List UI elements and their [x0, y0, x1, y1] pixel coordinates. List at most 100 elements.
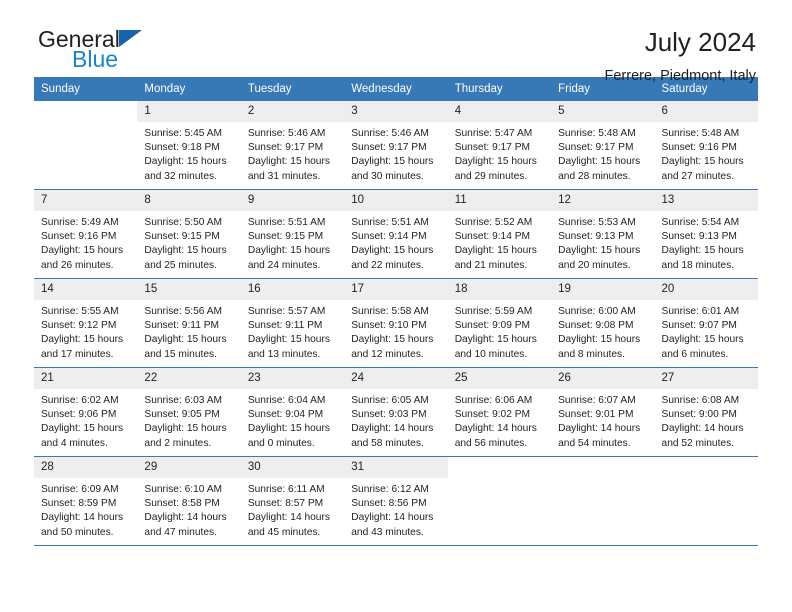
daylight-text: and 45 minutes.: [247, 526, 321, 538]
brand-logo[interactable]: General Blue: [34, 26, 238, 82]
day-number: 26: [551, 368, 655, 389]
daylight-text: Daylight: 15 hours: [454, 245, 537, 257]
daylight-text: Daylight: 14 hours: [661, 423, 744, 435]
day-details: Sunrise: 6:04 AM Sunset: 9:04 PM Daylight:…: [241, 389, 344, 451]
daylight-text: Daylight: 14 hours: [351, 512, 434, 524]
sunrise-text: Sunrise: 5:55 AM: [41, 306, 119, 317]
daylight-text: and 10 minutes.: [454, 348, 528, 360]
calendar-day-cell[interactable]: 14 Sunrise: 5:55 AM Sunset: 9:12 PM Dayligh…: [34, 278, 138, 368]
calendar-day-cell[interactable]: 5 Sunrise: 5:48 AM Sunset: 9:17 PM Daylight…: [551, 101, 655, 190]
sunset-text: Sunset: 9:04 PM: [247, 409, 324, 421]
daylight-text: Daylight: 15 hours: [247, 334, 330, 346]
daylight-text: and 26 minutes.: [41, 259, 114, 271]
sunset-text: Sunset: 8:58 PM: [144, 498, 220, 510]
calendar-day-cell[interactable]: 15 Sunrise: 5:56 AM Sunset: 9:11 PM Dayligh…: [137, 278, 241, 368]
day-details: Sunrise: 5:52 AM Sunset: 9:14 PM Daylight:…: [448, 211, 551, 273]
sunrise-text: Sunrise: 6:10 AM: [144, 484, 223, 495]
calendar-day-cell[interactable]: 3 Sunrise: 5:46 AM Sunset: 9:17 PM Daylight…: [344, 101, 448, 190]
calendar-day-cell[interactable]: 26 Sunrise: 6:07 AM Sunset: 9:01 PM Dayligh…: [551, 367, 655, 457]
triangle-flag-icon: [118, 30, 142, 47]
daylight-text: Daylight: 15 hours: [144, 156, 227, 168]
calendar-day-cell[interactable]: 22 Sunrise: 6:03 AM Sunset: 9:05 PM Dayligh…: [137, 367, 241, 457]
calendar-day-cell[interactable]: 27 Sunrise: 6:08 AM Sunset: 9:00 PM Dayligh…: [654, 367, 758, 457]
sunset-text: Sunset: 9:06 PM: [41, 409, 117, 421]
day-details: Sunrise: 5:59 AM Sunset: 9:09 PM Daylight:…: [448, 300, 551, 362]
daylight-text: and 31 minutes.: [247, 170, 321, 182]
day-number: 17: [344, 279, 448, 300]
day-details: Sunrise: 5:56 AM Sunset: 9:11 PM Daylight:…: [137, 300, 240, 362]
day-details: Sunrise: 5:58 AM Sunset: 9:10 PM Daylight:…: [344, 300, 447, 362]
sunrise-text: Sunrise: 6:12 AM: [351, 484, 429, 495]
calendar-day-cell[interactable]: 21 Sunrise: 6:02 AM Sunset: 9:06 PM Dayligh…: [34, 367, 138, 457]
calendar-day-cell[interactable]: 23 Sunrise: 6:04 AM Sunset: 9:04 PM Dayligh…: [240, 367, 345, 457]
calendar-day-cell[interactable]: 16 Sunrise: 5:57 AM Sunset: 9:11 PM Dayligh…: [240, 278, 345, 368]
sunset-text: Sunset: 9:09 PM: [454, 320, 531, 332]
day-details: Sunrise: 6:01 AM Sunset: 9:07 PM Daylight:…: [655, 300, 758, 362]
sunrise-text: Sunrise: 5:49 AM: [41, 217, 119, 228]
calendar-day-cell[interactable]: 7 Sunrise: 5:49 AM Sunset: 9:16 PM Daylight…: [34, 189, 138, 279]
daylight-text: Daylight: 15 hours: [454, 334, 537, 346]
calendar-day-cell[interactable]: 25 Sunrise: 6:06 AM Sunset: 9:02 PM Dayligh…: [447, 367, 552, 457]
calendar-day-cell[interactable]: 8 Sunrise: 5:50 AM Sunset: 9:15 PM Daylight…: [137, 189, 241, 279]
sunrise-text: Sunrise: 5:56 AM: [144, 306, 223, 317]
weekday-header-tuesday: Tuesday: [240, 77, 345, 101]
sunset-text: Sunset: 9:16 PM: [661, 142, 737, 154]
sunrise-text: Sunrise: 5:46 AM: [351, 128, 429, 139]
daylight-text: Daylight: 15 hours: [247, 245, 330, 257]
day-details: Sunrise: 6:02 AM Sunset: 9:06 PM Daylight:…: [34, 389, 137, 451]
daylight-text: and 22 minutes.: [351, 259, 424, 271]
sunset-text: Sunset: 9:12 PM: [41, 320, 117, 332]
calendar-day-cell[interactable]: 24 Sunrise: 6:05 AM Sunset: 9:03 PM Dayligh…: [344, 367, 448, 457]
daylight-text: and 56 minutes.: [454, 437, 528, 449]
daylight-text: Daylight: 15 hours: [41, 245, 124, 257]
day-number: [448, 457, 551, 478]
calendar-day-cell[interactable]: 10 Sunrise: 5:51 AM Sunset: 9:14 PM Dayligh…: [344, 189, 448, 279]
daylight-text: Daylight: 15 hours: [144, 245, 227, 257]
calendar-day-cell[interactable]: 6 Sunrise: 5:48 AM Sunset: 9:16 PM Daylight…: [654, 101, 758, 190]
calendar-day-cell[interactable]: 19 Sunrise: 6:00 AM Sunset: 9:08 PM Dayligh…: [551, 278, 655, 368]
sunset-text: Sunset: 9:17 PM: [454, 142, 531, 154]
calendar-day-cell[interactable]: 29 Sunrise: 6:10 AM Sunset: 8:58 PM Dayligh…: [137, 456, 241, 546]
daylight-text: and 0 minutes.: [247, 437, 315, 449]
day-number: 28: [34, 457, 138, 478]
calendar-day-cell[interactable]: 4 Sunrise: 5:47 AM Sunset: 9:17 PM Daylight…: [447, 101, 552, 190]
day-number: [34, 101, 137, 122]
calendar-empty-cell: [447, 456, 552, 546]
sunrise-text: Sunrise: 6:11 AM: [247, 484, 325, 495]
daylight-text: and 13 minutes.: [247, 348, 321, 360]
sunrise-text: Sunrise: 6:03 AM: [144, 395, 223, 406]
calendar-day-cell[interactable]: 1 Sunrise: 5:45 AM Sunset: 9:18 PM Daylight…: [137, 101, 241, 190]
day-details: Sunrise: 6:08 AM Sunset: 9:00 PM Daylight:…: [655, 389, 758, 451]
calendar-day-cell[interactable]: 31 Sunrise: 6:12 AM Sunset: 8:56 PM Dayligh…: [344, 456, 448, 546]
day-details: Sunrise: 5:47 AM Sunset: 9:17 PM Daylight:…: [448, 122, 551, 184]
calendar-day-cell[interactable]: 9 Sunrise: 5:51 AM Sunset: 9:15 PM Daylight…: [240, 189, 345, 279]
calendar-day-cell[interactable]: 13 Sunrise: 5:54 AM Sunset: 9:13 PM Dayligh…: [654, 189, 758, 279]
sunrise-text: Sunrise: 6:02 AM: [41, 395, 119, 406]
weekday-header-wednesday: Wednesday: [344, 77, 448, 101]
daylight-text: Daylight: 15 hours: [661, 334, 744, 346]
day-details: Sunrise: 5:46 AM Sunset: 9:17 PM Daylight:…: [344, 122, 447, 184]
daylight-text: and 17 minutes.: [41, 348, 114, 360]
calendar-day-cell[interactable]: 30 Sunrise: 6:11 AM Sunset: 8:57 PM Dayligh…: [240, 456, 345, 546]
day-number: 27: [654, 368, 758, 389]
daylight-text: and 27 minutes.: [661, 170, 735, 182]
daylight-text: Daylight: 15 hours: [144, 334, 227, 346]
sunset-text: Sunset: 9:18 PM: [144, 142, 220, 154]
daylight-text: Daylight: 15 hours: [351, 334, 434, 346]
sunset-text: Sunset: 9:16 PM: [41, 231, 117, 243]
day-details: Sunrise: 6:06 AM Sunset: 9:02 PM Daylight:…: [448, 389, 551, 451]
calendar-day-cell[interactable]: 12 Sunrise: 5:53 AM Sunset: 9:13 PM Dayligh…: [551, 189, 655, 279]
calendar-day-cell[interactable]: 17 Sunrise: 5:58 AM Sunset: 9:10 PM Dayligh…: [344, 278, 448, 368]
calendar-day-cell[interactable]: 18 Sunrise: 5:59 AM Sunset: 9:09 PM Dayligh…: [447, 278, 552, 368]
daylight-text: and 32 minutes.: [144, 170, 217, 182]
day-number: 1: [137, 101, 241, 122]
sunrise-text: Sunrise: 5:57 AM: [247, 306, 326, 317]
calendar-day-cell[interactable]: 28 Sunrise: 6:09 AM Sunset: 8:59 PM Dayligh…: [34, 456, 138, 546]
calendar-day-cell[interactable]: 2 Sunrise: 5:46 AM Sunset: 9:17 PM Daylight…: [240, 101, 345, 190]
daylight-text: Daylight: 15 hours: [558, 245, 641, 257]
daylight-text: Daylight: 15 hours: [351, 245, 434, 257]
daylight-text: Daylight: 15 hours: [41, 334, 124, 346]
calendar-day-cell[interactable]: 20 Sunrise: 6:01 AM Sunset: 9:07 PM Dayligh…: [654, 278, 758, 368]
calendar-day-cell[interactable]: 11 Sunrise: 5:52 AM Sunset: 9:14 PM Dayligh…: [447, 189, 552, 279]
sunrise-text: Sunrise: 5:51 AM: [351, 217, 429, 228]
